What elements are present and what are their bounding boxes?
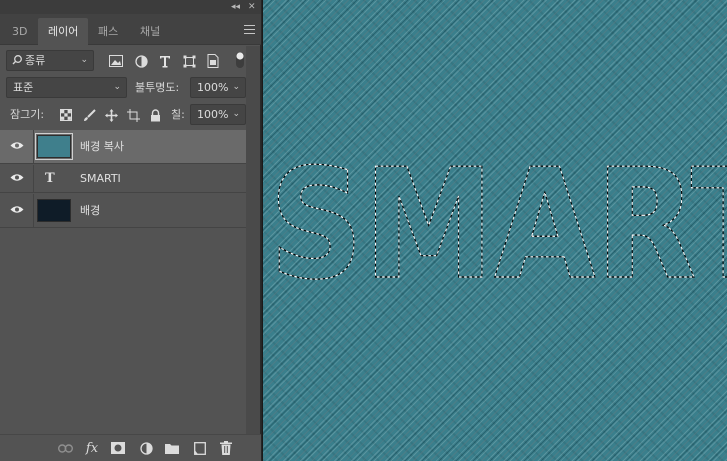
filter-kind-label: 종류: [25, 54, 46, 67]
layer-thumbnail: [37, 199, 71, 222]
shape-filter-icon[interactable]: [181, 53, 197, 69]
visibility-toggle[interactable]: [0, 165, 34, 192]
link-layers-icon[interactable]: [57, 440, 73, 456]
text-selection-marquee: SMARTI SMARTI: [268, 135, 727, 313]
selection-outline-light: SMARTI: [269, 136, 727, 313]
panel-menu-icon[interactable]: [244, 25, 255, 34]
fill-value: 100%: [197, 108, 229, 121]
fill-label: 칠:: [171, 108, 185, 121]
layer-thumbnail: [35, 133, 73, 160]
layer-mask-icon[interactable]: [110, 440, 126, 456]
lock-image-icon[interactable]: [81, 107, 97, 123]
layers-scrollbar[interactable]: [246, 46, 260, 438]
layer-row-background-copy[interactable]: 배경 복사: [0, 130, 246, 164]
panel-tabs: 3D 레이어 패스 채널: [0, 14, 261, 45]
close-panel-icon[interactable]: ✕: [248, 0, 256, 14]
tab-channels[interactable]: 채널: [130, 18, 170, 45]
lock-row: 잠그기: 칠: 100% ⌄: [0, 104, 261, 126]
layer-name[interactable]: 배경: [80, 194, 100, 228]
type-layer-icon: T: [45, 171, 55, 186]
search-icon: [12, 51, 23, 76]
chevron-down-icon: ⌄: [232, 82, 240, 92]
blend-mode-select[interactable]: 표준 ⌄: [6, 77, 127, 98]
delete-layer-icon[interactable]: [218, 440, 234, 456]
new-layer-icon[interactable]: [192, 440, 208, 456]
chevron-down-icon: ⌄: [80, 55, 88, 65]
lock-label: 잠그기:: [10, 108, 45, 121]
visibility-toggle[interactable]: [0, 130, 34, 163]
opacity-value: 100%: [197, 81, 229, 94]
filter-row: 종류 ⌄: [0, 50, 261, 72]
smart-object-filter-icon[interactable]: [205, 53, 221, 69]
lock-all-icon[interactable]: [147, 107, 163, 123]
tab-paths[interactable]: 패스: [88, 18, 128, 45]
opacity-label: 불투명도:: [135, 81, 180, 94]
layer-row-background[interactable]: 배경: [0, 194, 246, 228]
new-group-icon[interactable]: [164, 440, 180, 456]
type-filter-icon[interactable]: [157, 53, 173, 69]
blend-mode-value: 표준: [13, 81, 34, 94]
document-canvas[interactable]: SMARTI SMARTI: [262, 0, 727, 461]
tab-layers[interactable]: 레이어: [38, 18, 89, 45]
layer-row-smarti[interactable]: T SMARTI: [0, 165, 246, 193]
collapse-panels-icon[interactable]: ◂◂: [231, 0, 240, 14]
eye-icon: [10, 172, 24, 185]
layers-panel: ◂◂ ✕ 3D 레이어 패스 채널 종류 ⌄ 표준 ⌄ 불투명도: 100% ⌄…: [0, 0, 261, 461]
layers-bottom-bar: fx: [0, 434, 261, 461]
opacity-field[interactable]: 100% ⌄: [190, 77, 246, 98]
chevron-down-icon: ⌄: [113, 82, 121, 92]
eye-icon: [10, 204, 24, 217]
lock-artboard-icon[interactable]: [125, 107, 141, 123]
lock-position-icon[interactable]: [103, 107, 119, 123]
lock-transparent-icon[interactable]: [58, 107, 74, 123]
visibility-toggle[interactable]: [0, 194, 34, 227]
fill-field[interactable]: 100% ⌄: [190, 104, 246, 125]
adjustment-layer-icon[interactable]: [138, 440, 154, 456]
adjustment-filter-icon[interactable]: [133, 53, 149, 69]
chevron-down-icon: ⌄: [232, 109, 240, 119]
tab-3d[interactable]: 3D: [2, 18, 37, 45]
fx-icon[interactable]: fx: [83, 440, 101, 456]
blend-row: 표준 ⌄ 불투명도: 100% ⌄: [0, 77, 261, 99]
layer-name[interactable]: 배경 복사: [80, 130, 124, 164]
panel-top-strip: ◂◂ ✕: [0, 0, 261, 14]
image-filter-icon[interactable]: [108, 53, 124, 69]
layer-name[interactable]: SMARTI: [80, 165, 121, 193]
filter-kind-select[interactable]: 종류 ⌄: [6, 50, 94, 71]
eye-icon: [10, 140, 24, 153]
